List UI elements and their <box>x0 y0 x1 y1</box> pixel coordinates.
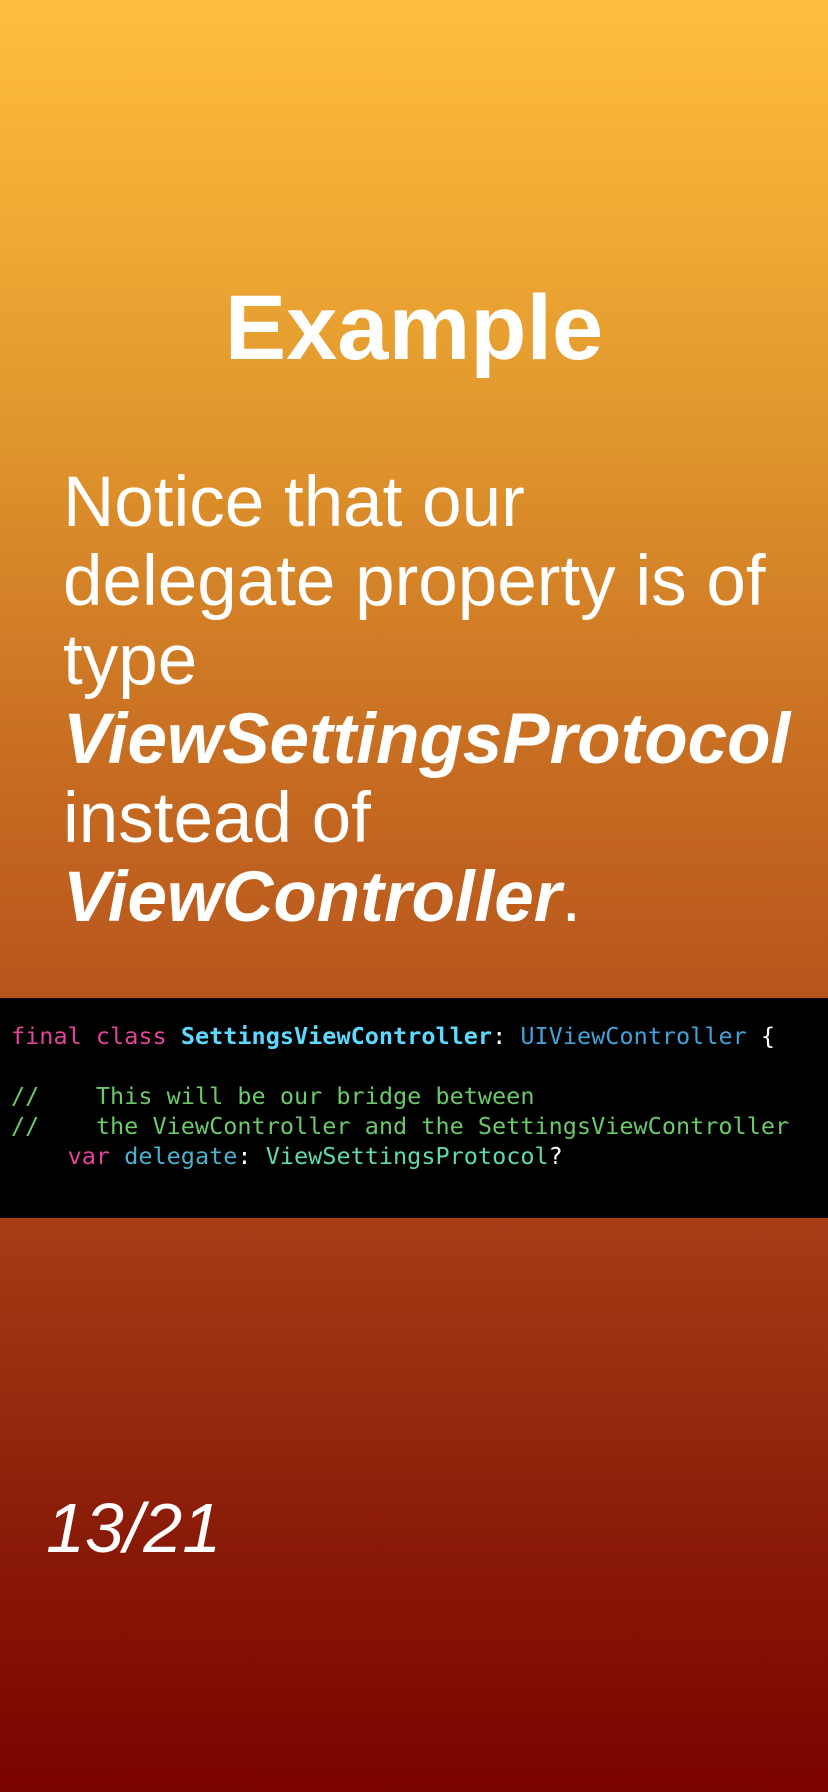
code-optional-mark: ? <box>548 1142 563 1170</box>
code-class-name: SettingsViewController <box>180 1022 493 1050</box>
code-property-delegate: delegate <box>124 1142 238 1170</box>
code-line-delegate: var delegate: ViewSettingsProtocol? <box>11 1141 563 1171</box>
code-keyword-var: var <box>67 1142 111 1170</box>
code-colon-2: : <box>237 1142 252 1170</box>
slide-title: Example <box>224 277 604 379</box>
body-line-3: type <box>63 621 198 700</box>
code-protocol-type: ViewSettingsProtocol <box>265 1142 549 1170</box>
body-line-1: Notice that our <box>63 463 525 542</box>
slide-body-text: Notice that our delegate property is of … <box>63 463 823 937</box>
code-comment-line-1: // This will be our bridge between <box>11 1082 535 1110</box>
page-counter: 13/21 <box>46 1489 222 1567</box>
code-comment-line-2: // the ViewController and the SettingsVi… <box>11 1112 790 1140</box>
code-superclass: UIViewController <box>520 1022 747 1050</box>
body-emphasis-viewcontroller: ViewController <box>63 858 562 937</box>
body-line-5: instead of <box>63 779 371 858</box>
code-colon: : <box>492 1022 507 1050</box>
body-line-2: delegate property is of <box>63 542 766 621</box>
code-line-class-declaration: final class SettingsViewController: UIVi… <box>11 1021 775 1051</box>
code-keyword-final: final <box>11 1022 82 1050</box>
code-snippet: final class SettingsViewController: UIVi… <box>0 998 828 1218</box>
code-open-brace: { <box>760 1022 776 1050</box>
body-emphasis-protocol: ViewSettingsProtocol <box>63 700 791 779</box>
body-period: . <box>561 858 582 937</box>
body-line-6: ViewController. <box>63 858 823 937</box>
code-keyword-class: class <box>95 1022 167 1050</box>
